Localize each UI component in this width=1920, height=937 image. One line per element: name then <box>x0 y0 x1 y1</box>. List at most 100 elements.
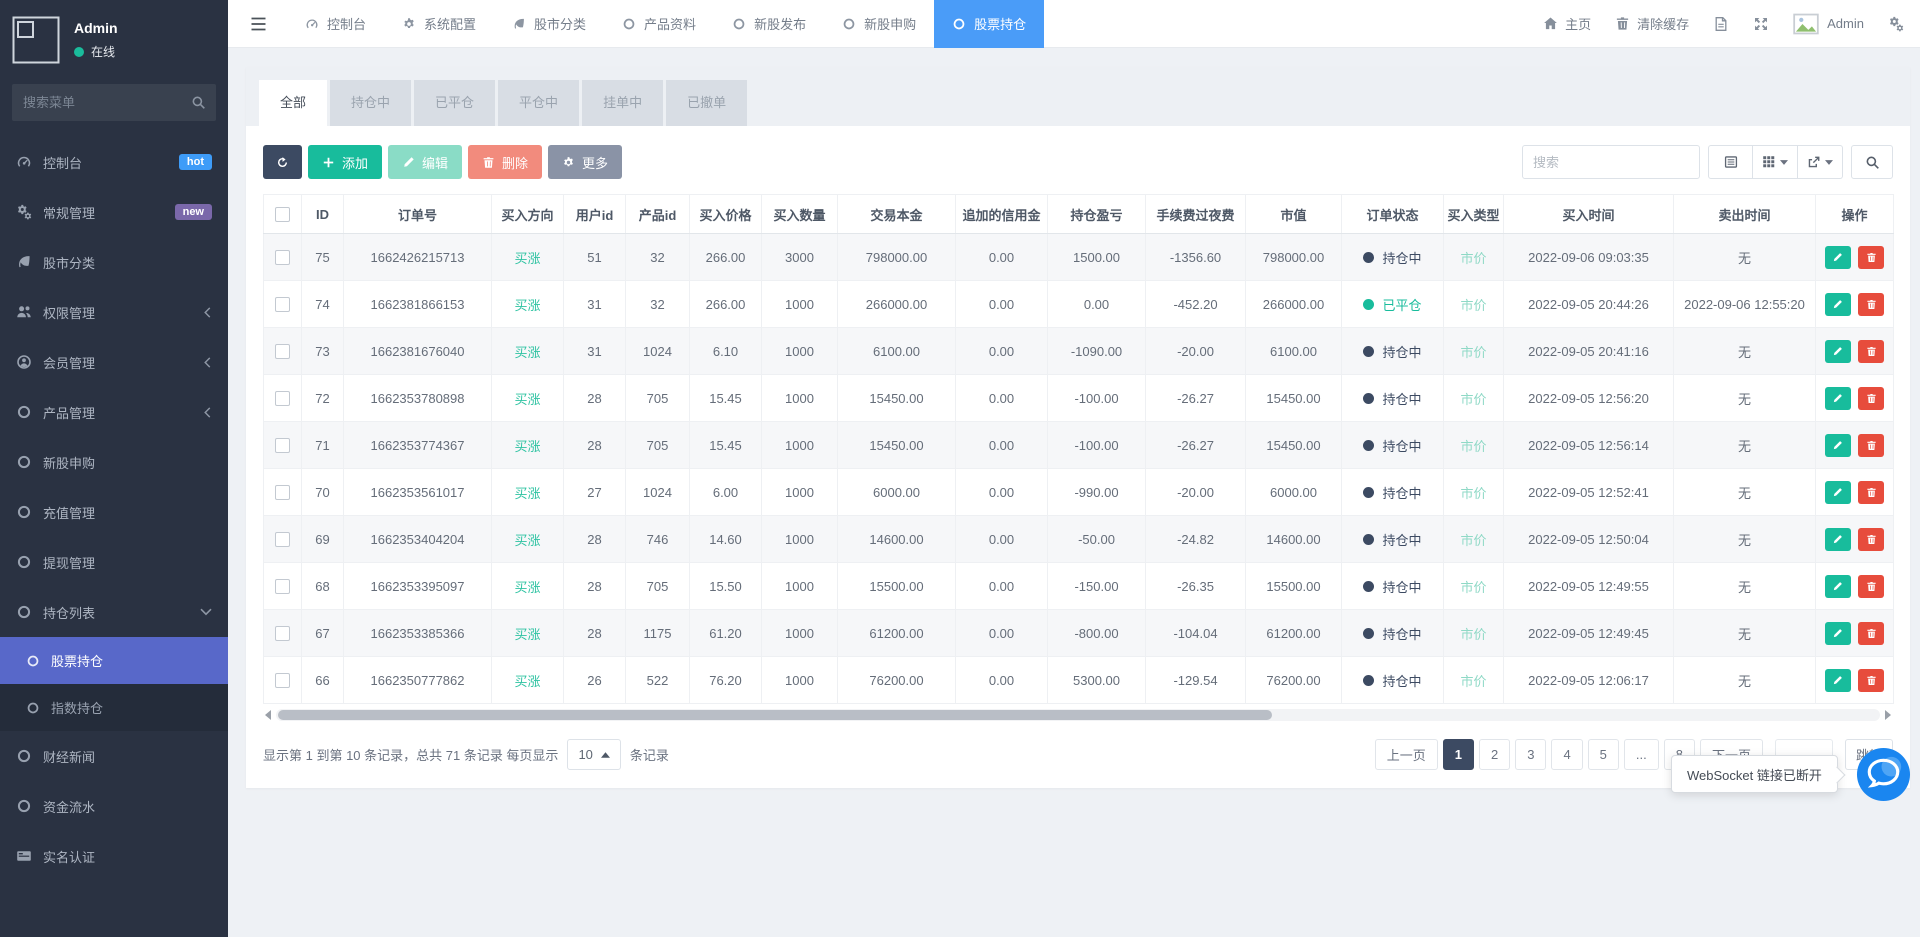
column-header[interactable]: 买入数量 <box>762 195 838 234</box>
page-button[interactable]: 3 <box>1515 739 1546 770</box>
column-header[interactable]: 卖出时间 <box>1674 195 1816 234</box>
tab[interactable]: 已撤单 <box>666 80 747 126</box>
tab[interactable]: 全部 <box>259 80 327 126</box>
edit-row-button[interactable] <box>1825 340 1851 363</box>
delete-row-button[interactable] <box>1858 669 1884 692</box>
topnav-item[interactable]: 新股发布 <box>714 0 824 48</box>
column-header[interactable]: 持仓盈亏 <box>1048 195 1146 234</box>
column-header[interactable]: 买入时间 <box>1504 195 1674 234</box>
edit-row-button[interactable] <box>1825 434 1851 457</box>
row-checkbox[interactable] <box>275 485 290 500</box>
sidebar-item[interactable]: 股市分类 <box>0 237 228 287</box>
sidebar-item[interactable]: 新股申购 <box>0 437 228 487</box>
page-button[interactable]: 1 <box>1443 739 1474 770</box>
column-header[interactable]: 交易本金 <box>838 195 956 234</box>
delete-row-button[interactable] <box>1858 575 1884 598</box>
page-button[interactable]: 2 <box>1479 739 1510 770</box>
column-header[interactable]: 产品id <box>626 195 690 234</box>
column-header[interactable]: 买入方向 <box>492 195 564 234</box>
delete-row-button[interactable] <box>1858 340 1884 363</box>
navbar-username[interactable]: Admin <box>1827 16 1864 31</box>
clear-cache-link[interactable]: 清除缓存 <box>1615 14 1689 33</box>
select-all-checkbox[interactable] <box>275 207 290 222</box>
sidebar-item[interactable]: 会员管理 <box>0 337 228 387</box>
sidebar-item[interactable]: 控制台hot <box>0 137 228 187</box>
delete-row-button[interactable] <box>1858 481 1884 504</box>
detail-view-button[interactable] <box>1708 145 1753 179</box>
edit-row-button[interactable] <box>1825 622 1851 645</box>
row-checkbox[interactable] <box>275 532 290 547</box>
edit-row-button[interactable] <box>1825 293 1851 316</box>
advanced-search-button[interactable] <box>1851 145 1893 179</box>
edit-row-button[interactable] <box>1825 528 1851 551</box>
tab[interactable]: 已平仓 <box>414 80 495 126</box>
wipe-record-icon[interactable] <box>1713 16 1729 32</box>
hamburger-menu-icon[interactable] <box>250 17 267 31</box>
home-link[interactable]: 主页 <box>1543 14 1591 33</box>
scrollbar-track[interactable] <box>276 709 1880 721</box>
row-checkbox[interactable] <box>275 250 290 265</box>
column-header[interactable]: 买入类型 <box>1444 195 1504 234</box>
row-checkbox[interactable] <box>275 344 290 359</box>
sidebar-item[interactable]: 常规管理new <box>0 187 228 237</box>
edit-row-button[interactable] <box>1825 481 1851 504</box>
sidebar-item[interactable]: 提现管理 <box>0 537 228 587</box>
row-checkbox[interactable] <box>275 391 290 406</box>
sidebar-item[interactable]: 实名认证 <box>0 831 228 881</box>
tab[interactable]: 平仓中 <box>498 80 579 126</box>
topnav-item[interactable]: 新股申购 <box>824 0 934 48</box>
table-search-input[interactable] <box>1522 145 1700 179</box>
sidebar-item[interactable]: 资金流水 <box>0 781 228 831</box>
delete-row-button[interactable] <box>1858 434 1884 457</box>
topnav-item[interactable]: 股票持仓 <box>934 0 1044 48</box>
column-header[interactable]: 追加的信用金 <box>956 195 1048 234</box>
edit-row-button[interactable] <box>1825 575 1851 598</box>
settings-gears-icon[interactable] <box>1888 16 1904 32</box>
page-size-select[interactable]: 10 <box>567 739 620 770</box>
sidebar-item[interactable]: 财经新闻 <box>0 731 228 781</box>
column-header[interactable]: 手续费过夜费 <box>1146 195 1246 234</box>
row-checkbox[interactable] <box>275 438 290 453</box>
tab[interactable]: 持仓中 <box>330 80 411 126</box>
refresh-button[interactable] <box>263 145 302 179</box>
tab[interactable]: 挂单中 <box>582 80 663 126</box>
delete-row-button[interactable] <box>1858 293 1884 316</box>
row-checkbox[interactable] <box>275 297 290 312</box>
scrollbar-thumb[interactable] <box>278 710 1272 720</box>
more-button[interactable]: 更多 <box>548 145 622 179</box>
sidebar-item[interactable]: 充值管理 <box>0 487 228 537</box>
column-header[interactable]: ID <box>302 195 344 234</box>
export-button[interactable] <box>1798 145 1843 179</box>
topnav-item[interactable]: 产品资料 <box>604 0 714 48</box>
sidebar-item[interactable]: 持仓列表 <box>0 587 228 637</box>
topnav-item[interactable]: 股市分类 <box>494 0 604 48</box>
column-header[interactable]: 订单状态 <box>1342 195 1444 234</box>
user-avatar[interactable] <box>12 16 60 64</box>
edit-row-button[interactable] <box>1825 246 1851 269</box>
sidebar-subitem[interactable]: 股票持仓 <box>0 637 228 684</box>
row-checkbox[interactable] <box>275 673 290 688</box>
scroll-right-icon[interactable] <box>1883 710 1893 720</box>
column-header[interactable]: 买入价格 <box>690 195 762 234</box>
column-header[interactable]: 用户id <box>564 195 626 234</box>
delete-button[interactable]: 删除 <box>468 145 542 179</box>
edit-row-button[interactable] <box>1825 669 1851 692</box>
edit-row-button[interactable] <box>1825 387 1851 410</box>
column-header[interactable]: 市值 <box>1246 195 1342 234</box>
sidebar-item[interactable]: 权限管理 <box>0 287 228 337</box>
page-button[interactable]: 4 <box>1551 739 1582 770</box>
topnav-item[interactable]: 控制台 <box>287 0 384 48</box>
prev-page-button[interactable]: 上一页 <box>1375 739 1438 770</box>
navbar-avatar[interactable] <box>1793 13 1819 35</box>
sidebar-subitem[interactable]: 指数持仓 <box>0 684 228 731</box>
row-checkbox[interactable] <box>275 626 290 641</box>
topnav-item[interactable]: 系统配置 <box>384 0 494 48</box>
fullscreen-icon[interactable] <box>1753 16 1769 32</box>
column-header[interactable]: 操作 <box>1816 195 1894 234</box>
edit-button[interactable]: 编辑 <box>388 145 462 179</box>
page-button[interactable]: 5 <box>1588 739 1619 770</box>
add-button[interactable]: 添加 <box>308 145 382 179</box>
row-checkbox[interactable] <box>275 579 290 594</box>
chat-widget-button[interactable] <box>1856 747 1911 802</box>
delete-row-button[interactable] <box>1858 387 1884 410</box>
